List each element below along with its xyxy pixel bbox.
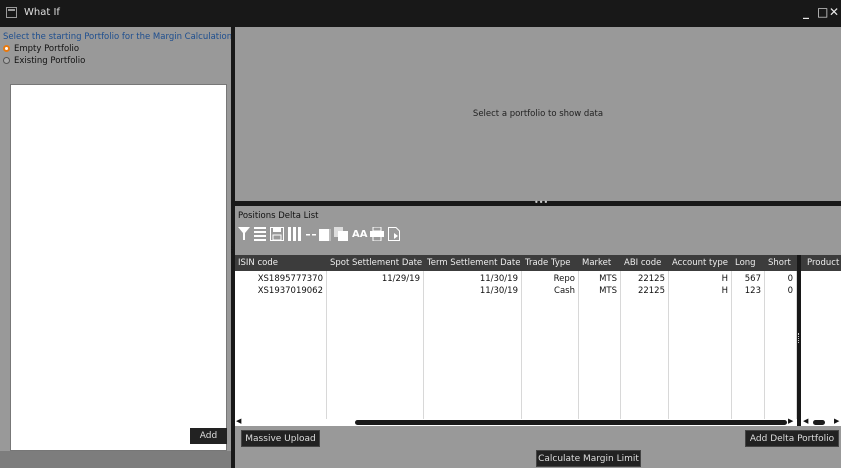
scrollbar-thumb[interactable] bbox=[355, 420, 787, 425]
radio-empty-portfolio[interactable]: Empty Portfolio bbox=[3, 43, 79, 54]
portfolio-data-panel: Select a portfolio to show data bbox=[235, 27, 841, 201]
save-icon[interactable] bbox=[270, 227, 284, 241]
table-row-cell[interactable]: 11/29/19 bbox=[327, 274, 420, 284]
close-button[interactable]: ✕ bbox=[829, 5, 839, 19]
horizontal-scrollbar[interactable]: ◀ ▶ bbox=[235, 417, 797, 426]
calculate-margin-limit-button[interactable]: Calculate Margin Limit bbox=[536, 450, 641, 467]
table-row-cell[interactable]: 0 bbox=[765, 274, 793, 284]
scroll-left-icon[interactable]: ◀ bbox=[803, 417, 808, 425]
duplicate-icon[interactable] bbox=[334, 227, 348, 241]
portfolio-list[interactable] bbox=[10, 84, 227, 451]
column-header-account-type[interactable]: Account type bbox=[672, 258, 728, 268]
radio-existing-portfolio[interactable]: Existing Portfolio bbox=[3, 55, 85, 66]
portfolio-selector-panel: Select the starting Portfolio for the Ma… bbox=[0, 27, 233, 468]
collapse-icon[interactable] bbox=[306, 227, 316, 241]
window-icon[interactable] bbox=[319, 227, 331, 241]
scroll-right-icon[interactable]: ▶ bbox=[788, 417, 793, 425]
positions-toolbar: AA bbox=[235, 224, 841, 246]
table-row-cell[interactable]: Repo bbox=[522, 274, 575, 284]
radio-selected-icon[interactable] bbox=[3, 45, 10, 52]
filter-icon[interactable] bbox=[238, 227, 250, 241]
right-horizontal-scrollbar[interactable]: ◀ ▶ bbox=[801, 417, 841, 426]
table-row-cell[interactable]: 567 bbox=[732, 274, 761, 284]
window-title: What If bbox=[24, 7, 60, 18]
column-header-product[interactable]: Product bbox=[807, 258, 839, 268]
table-row-cell[interactable]: H bbox=[669, 286, 728, 296]
table-row-cell[interactable]: 123 bbox=[732, 286, 761, 296]
column-header-long[interactable]: Long bbox=[735, 258, 756, 268]
grid-header: ISIN code Spot Settlement Date Term Sett… bbox=[235, 255, 797, 271]
radio-existing-portfolio-label: Existing Portfolio bbox=[14, 55, 86, 66]
column-header-isin[interactable]: ISIN code bbox=[238, 258, 278, 268]
column-divider bbox=[326, 271, 327, 419]
table-row-cell[interactable]: 11/30/19 bbox=[424, 286, 518, 296]
table-row-cell[interactable]: 22125 bbox=[621, 274, 665, 284]
panel-resize-grip-icon[interactable]: ⋮ bbox=[228, 245, 236, 254]
frozen-columns-grid[interactable]: Product bbox=[801, 255, 841, 419]
table-row-cell[interactable]: 0 bbox=[765, 286, 793, 296]
positions-caption: Positions Delta List bbox=[238, 211, 319, 221]
scroll-right-icon[interactable]: ▶ bbox=[834, 417, 839, 425]
list-icon[interactable] bbox=[254, 227, 266, 241]
column-header-market[interactable]: Market bbox=[582, 258, 611, 268]
column-header-short[interactable]: Short bbox=[768, 258, 791, 268]
table-row-cell[interactable]: H bbox=[669, 274, 728, 284]
app-window-icon bbox=[6, 7, 17, 18]
table-row-cell[interactable]: XS1937019062 bbox=[235, 286, 323, 296]
table-row-cell[interactable]: XS1895777370 bbox=[235, 274, 323, 284]
column-header-term-settlement[interactable]: Term Settlement Date bbox=[427, 258, 520, 268]
grid-header: Product bbox=[801, 255, 841, 271]
columns-icon[interactable] bbox=[288, 227, 302, 241]
table-row-cell[interactable]: MTS bbox=[579, 286, 617, 296]
print-icon[interactable] bbox=[370, 227, 384, 241]
table-row-cell[interactable]: 11/30/19 bbox=[424, 274, 518, 284]
left-footer bbox=[0, 451, 231, 468]
add-delta-portfolio-button[interactable]: Add Delta Portfolio bbox=[745, 430, 839, 447]
add-button[interactable]: Add bbox=[190, 428, 227, 444]
export-icon[interactable] bbox=[388, 227, 400, 241]
table-row-cell[interactable]: Cash bbox=[522, 286, 575, 296]
radio-unselected-icon[interactable] bbox=[3, 57, 10, 64]
table-row-cell[interactable]: MTS bbox=[579, 274, 617, 284]
radio-empty-portfolio-label: Empty Portfolio bbox=[14, 43, 80, 54]
massive-upload-button[interactable]: Massive Upload bbox=[241, 430, 320, 447]
empty-state-message: Select a portfolio to show data bbox=[472, 109, 604, 119]
table-row-cell[interactable]: 22125 bbox=[621, 286, 665, 296]
column-header-spot-settlement[interactable]: Spot Settlement Date bbox=[330, 258, 422, 268]
column-header-abi-code[interactable]: ABI code bbox=[624, 258, 661, 268]
scrollbar-thumb[interactable] bbox=[813, 420, 825, 425]
font-size-icon[interactable]: AA bbox=[352, 229, 367, 240]
minimize-button[interactable]: _ bbox=[803, 5, 809, 19]
column-header-trade-type[interactable]: Trade Type bbox=[525, 258, 571, 268]
scroll-left-icon[interactable]: ◀ bbox=[236, 417, 241, 425]
window-titlebar[interactable]: What If _ □ ✕ bbox=[0, 0, 841, 27]
portfolio-prompt: Select the starting Portfolio for the Ma… bbox=[3, 32, 233, 42]
maximize-button[interactable]: □ bbox=[817, 5, 828, 19]
positions-grid[interactable]: ISIN code Spot Settlement Date Term Sett… bbox=[235, 255, 797, 419]
